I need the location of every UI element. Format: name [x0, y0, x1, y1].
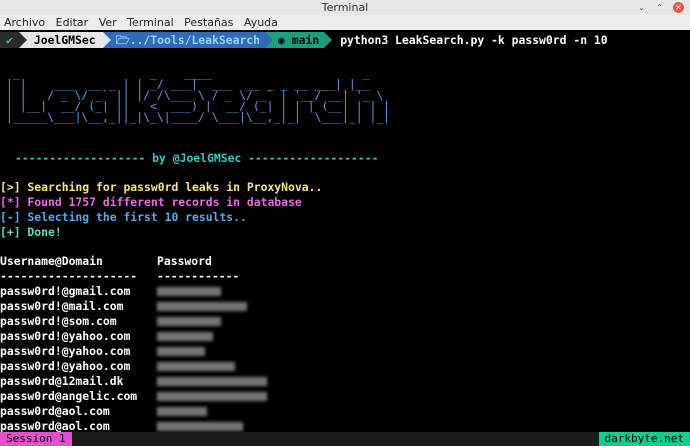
terminal-window: Terminal ⌄ ⌃ ✕ Archivo Editar Ver Termin…: [0, 0, 690, 446]
status-bar: Session 1 darkbyte.net: [0, 432, 690, 446]
minimize-icon[interactable]: ⌄: [636, 2, 647, 13]
success-check-icon: ✔: [0, 32, 19, 48]
log-line-selecting: [-] Selecting the first 10 results..: [0, 210, 247, 224]
prompt-separator-icon: [324, 32, 333, 48]
redacted-password: [157, 287, 221, 296]
menu-archivo[interactable]: Archivo: [0, 15, 48, 30]
leaksearch-ascii-banner: _ _ ____ _ | | ___ __ _ | | _/ ___| ___ …: [6, 66, 391, 124]
folder-icon: 🗁: [115, 33, 130, 47]
github-icon: ◉: [278, 33, 292, 47]
window-title: Terminal: [321, 1, 369, 14]
menu-bar: Archivo Editar Ver Terminal Pestañas Ayu…: [0, 15, 690, 30]
result-username: passw0rd!@yahoo.com: [0, 359, 131, 373]
result-username: passw0rd!@mail.com: [0, 299, 124, 313]
result-username: passw0rd!@yahoo.com: [0, 329, 131, 343]
menu-pestanas[interactable]: Pestañas: [180, 15, 236, 30]
results-header-password: Password: [157, 254, 212, 268]
results-separator-password: ------------: [157, 269, 240, 283]
result-row: passw0rd@angelic.com: [0, 388, 137, 404]
result-row: passw0rd!@gmail.com: [0, 283, 130, 299]
title-bar: Terminal ⌄ ⌃ ✕: [0, 0, 690, 15]
result-username: passw0rd@aol.com: [0, 404, 110, 418]
prompt-separator-icon: [18, 32, 27, 48]
log-line-searching: [>] Searching for passw0rd leaks in Prox…: [0, 180, 323, 194]
result-row: passw0rd@aol.com: [0, 403, 110, 419]
log-line-done: [+] Done!: [0, 225, 62, 239]
menu-editar[interactable]: Editar: [52, 15, 92, 30]
redacted-password: [157, 377, 267, 386]
result-row: passw0rd@12mail.dk: [0, 373, 123, 389]
prompt-separator-icon: [265, 32, 274, 48]
shell-prompt: ✔ JoelGMSec 🗁../Tools/LeakSearch ◉ main …: [0, 32, 608, 48]
redacted-password: [157, 302, 247, 311]
result-username: passw0rd@12mail.dk: [0, 374, 124, 388]
redacted-password: [157, 422, 243, 431]
redacted-password: [157, 392, 267, 401]
terminal-output[interactable]: ✔ JoelGMSec 🗁../Tools/LeakSearch ◉ main …: [0, 30, 690, 433]
prompt-branch: main: [291, 33, 320, 47]
result-username: passw0rd!@som.com: [0, 314, 117, 328]
prompt-git-segment: ◉ main: [273, 32, 325, 48]
result-row: passw0rd!@mail.com: [0, 298, 123, 314]
result-username: passw0rd@aol.com: [0, 419, 110, 433]
result-username: passw0rd!@yahoo.com: [0, 344, 131, 358]
menu-terminal[interactable]: Terminal: [123, 15, 177, 30]
result-username: passw0rd!@gmail.com: [0, 284, 131, 298]
redacted-password: [157, 407, 207, 416]
result-row: passw0rd!@yahoo.com: [0, 343, 130, 359]
log-line-found: [*] Found 1757 different records in data…: [0, 195, 302, 209]
maximize-icon[interactable]: ⌃: [654, 2, 665, 13]
close-icon[interactable]: ✕: [673, 2, 684, 13]
banner-byline: ------------------- by @JoelGMSec ------…: [15, 151, 379, 165]
results-separator-username: --------------------: [0, 269, 138, 283]
menu-ver[interactable]: Ver: [95, 15, 120, 30]
result-row: passw0rd!@yahoo.com: [0, 328, 130, 344]
prompt-user: JoelGMSec: [26, 32, 103, 48]
prompt-separator-icon: [102, 32, 111, 48]
redacted-password: [157, 317, 221, 326]
result-username: passw0rd@angelic.com: [0, 389, 138, 403]
redacted-password: [157, 362, 235, 371]
result-row: passw0rd!@som.com: [0, 313, 117, 329]
prompt-command: python3 LeakSearch.py -k passw0rd -n 10: [340, 33, 608, 47]
menu-ayuda[interactable]: Ayuda: [240, 15, 281, 30]
prompt-path-segment: 🗁../Tools/LeakSearch: [110, 32, 266, 48]
session-tab[interactable]: Session 1: [0, 432, 72, 446]
redacted-password: [157, 332, 213, 341]
redacted-password: [157, 347, 205, 356]
prompt-path: ../Tools/LeakSearch: [129, 33, 261, 47]
result-row: passw0rd!@yahoo.com: [0, 358, 130, 374]
results-header-username: Username@Domain: [0, 254, 103, 268]
watermark-label: darkbyte.net: [598, 432, 690, 446]
